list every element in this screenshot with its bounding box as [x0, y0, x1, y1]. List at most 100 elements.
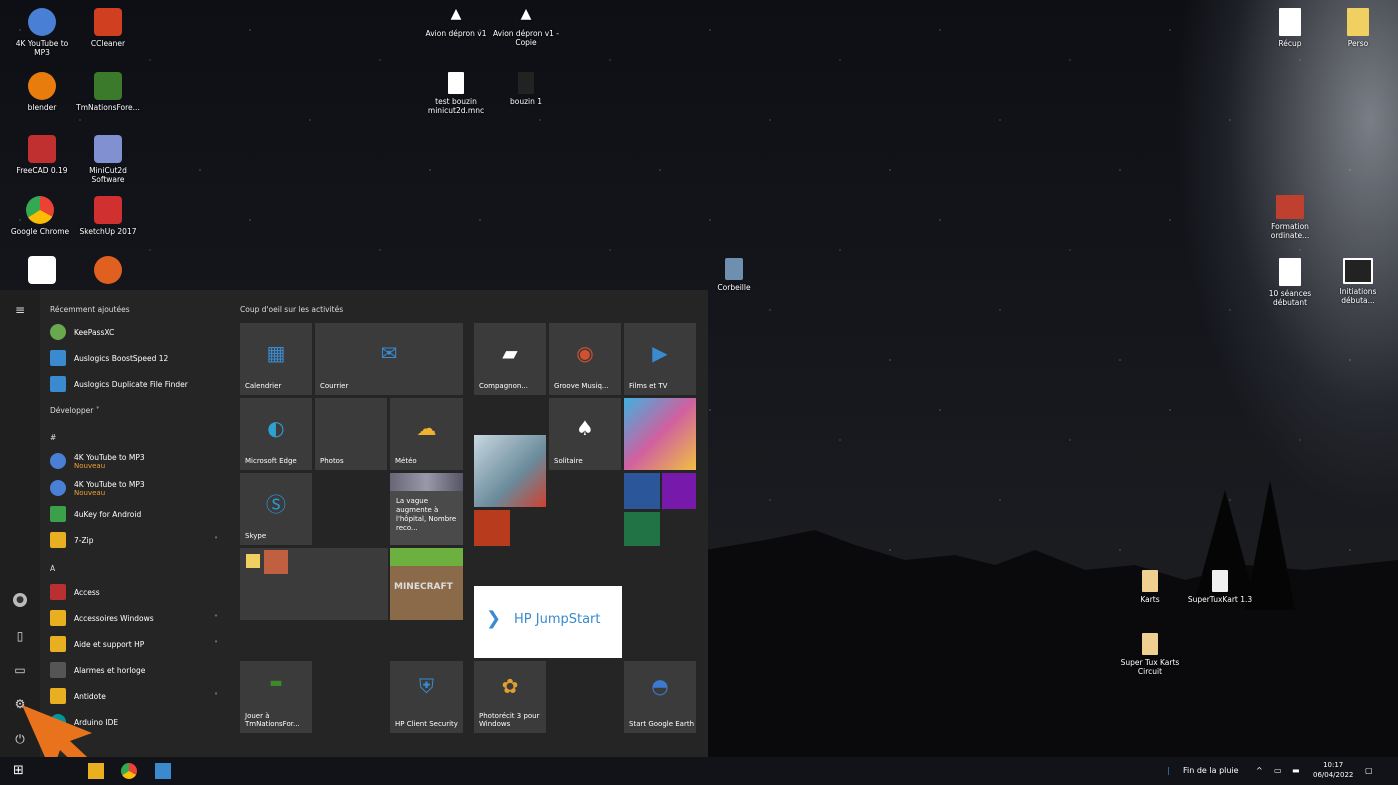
tile-films[interactable]: ▶ Films et TV [624, 323, 696, 395]
clock[interactable]: 10:17 06/04/2022 [1313, 760, 1353, 780]
desktop-icon-sketchup[interactable]: SketchUp 2017 [74, 196, 142, 236]
tile-calendrier[interactable]: ▦ Calendrier [240, 323, 312, 395]
desktop-icon-recup[interactable]: Récup [1256, 8, 1324, 48]
desktop-icon-4k-youtube[interactable]: 4K YouTube to MP3 [8, 8, 76, 57]
boostspeed-icon [50, 350, 66, 366]
desktop-icon-chrome[interactable]: Google Chrome [6, 196, 74, 236]
chevron-down-icon[interactable]: ˅ [214, 692, 218, 701]
tile-edge[interactable]: ◐ Microsoft Edge [240, 398, 312, 470]
folder-icon [50, 688, 66, 704]
app-icon [94, 256, 122, 284]
weather-text[interactable]: Fin de la pluie [1183, 766, 1239, 775]
app-keepassxc[interactable]: KeePassXC [50, 321, 114, 343]
desktop-icon-test-bouzin[interactable]: test bouzin minicut2d.mnc [422, 72, 490, 115]
tile-news[interactable]: La vague augmente à l'hôpital, Nombre re… [390, 473, 463, 545]
app-alarmes[interactable]: Alarmes et horloge [50, 659, 145, 681]
tile-group-small[interactable] [240, 548, 388, 620]
hamburger-menu-icon[interactable]: ≡ [13, 303, 27, 317]
tile-google-earth[interactable]: ◓ Start Google Earth [624, 661, 696, 733]
tile-hp-jumpstart[interactable]: ❯ HP JumpStart [474, 586, 622, 658]
app-duplicate-finder[interactable]: Auslogics Duplicate File Finder [50, 373, 188, 395]
tile-courrier[interactable]: ✉ Courrier [315, 323, 463, 395]
desktop-icon-file[interactable] [8, 256, 76, 287]
expand-button[interactable]: Développer ˅ [50, 406, 99, 415]
desktop-icon-initiations[interactable]: Initiations débuta... [1324, 258, 1392, 305]
tile-jouer-tmnations[interactable]: ▬ Jouer à TmNationsFor... [240, 661, 312, 733]
app-access[interactable]: Access [50, 581, 100, 603]
tile-hp-client-security[interactable]: ⛨ HP Client Security [390, 661, 463, 733]
pictures-icon[interactable]: ▭ [13, 663, 27, 677]
app-antidote[interactable]: Antidote [50, 685, 106, 707]
tile-onenote[interactable] [662, 473, 696, 509]
desktop-icon-formation[interactable]: Formation ordinate... [1256, 195, 1324, 240]
desktop-icon-circuit[interactable]: Super Tux Karts Circuit [1116, 633, 1184, 676]
sketchup-icon [94, 196, 122, 224]
desktop-icon-10-seances[interactable]: 10 séances débutant [1256, 258, 1324, 307]
tile-groove[interactable]: ◉ Groove Musiq... [549, 323, 621, 395]
battery-icon[interactable]: ▬ [1292, 766, 1300, 775]
app-4ukey[interactable]: 4uKey for Android [50, 503, 141, 525]
recycle-bin-icon [725, 258, 743, 280]
desktop-icon-recycle-bin[interactable]: Corbeille [700, 258, 768, 292]
tile-skype[interactable]: Ⓢ Skype [240, 473, 312, 545]
keepassxc-icon [50, 324, 66, 340]
document-app-icon[interactable] [155, 763, 171, 779]
desktop-icon-ccleaner[interactable]: CCleaner [74, 8, 142, 48]
chevron-down-icon[interactable]: ˅ [214, 640, 218, 649]
app-aide-support-hp[interactable]: Aide et support HP [50, 633, 144, 655]
desktop-icon-minicut[interactable]: MiniCut2d Software [74, 135, 142, 184]
desktop-icon-tmnations[interactable]: TmNationsFore... [74, 72, 142, 112]
app-7zip[interactable]: 7-Zip [50, 529, 93, 551]
plane-icon: ▲ [450, 6, 462, 22]
photorecit-icon: ✿ [501, 674, 519, 699]
network-icon[interactable]: ▭ [1274, 766, 1282, 775]
chevron-down-icon[interactable]: ˅ [214, 536, 218, 545]
tile-excel[interactable] [624, 512, 660, 546]
news-image [390, 473, 463, 491]
document-icon [518, 72, 534, 94]
documents-icon[interactable]: ▯ [13, 629, 27, 643]
recent-header: Récemment ajoutées [50, 305, 130, 314]
desktop-icon-bouzin[interactable]: bouzin 1 [492, 72, 560, 106]
desktop-icon-avion-copie[interactable]: ▲ Avion dépron v1 - Copie [492, 7, 560, 47]
desktop-icon-avion[interactable]: ▲ Avion dépron v1 [422, 6, 490, 38]
weather-icon: ☁ [416, 416, 437, 441]
desktop-icon-supertuxkart[interactable]: SuperTuxKart 1.3 [1186, 570, 1254, 604]
tile-solitaire[interactable]: ♠ Solitaire [549, 398, 621, 470]
tile-word[interactable] [624, 473, 660, 509]
tile-photos[interactable]: Photos [315, 398, 387, 470]
tile-compagnon[interactable]: ▰ Compagnon... [474, 323, 546, 395]
access-icon [50, 584, 66, 600]
windows-start-icon[interactable]: ⊞ [13, 763, 29, 779]
app-accessoires-windows[interactable]: Accessoires Windows [50, 607, 154, 629]
app-list: Récemment ajoutées KeePassXC Auslogics B… [40, 290, 230, 757]
tile-powerpoint[interactable] [474, 510, 510, 546]
desktop-icon-karts[interactable]: Karts [1116, 570, 1184, 604]
folder-icon [1142, 570, 1158, 592]
desktop-icon-app[interactable] [74, 256, 142, 287]
desktop-icon-freecad[interactable]: FreeCAD 0.19 [8, 135, 76, 175]
tile-minecraft[interactable]: MINECRAFT [390, 548, 463, 620]
tile-photorecit[interactable]: ✿ Photorécit 3 pour Windows [474, 661, 546, 733]
hp-jumpstart-logo-icon: ❯ [486, 608, 502, 629]
app-4k-youtube-1[interactable]: 4K YouTube to MP3 Nouveau [50, 450, 145, 472]
tiles-header: Coup d'oeil sur les activités [240, 305, 344, 314]
tile-meteo[interactable]: ☁ Météo [390, 398, 463, 470]
chrome-icon[interactable] [121, 763, 137, 779]
desktop-icon-blender[interactable]: blender [8, 72, 76, 112]
films-tv-icon: ▶ [652, 341, 668, 366]
blender-icon [28, 72, 56, 100]
file-explorer-icon[interactable] [88, 763, 104, 779]
wallpaper-mountains [705, 480, 1398, 760]
app-4k-youtube-2[interactable]: 4K YouTube to MP3 Nouveau [50, 477, 145, 499]
user-avatar-icon[interactable]: ● [13, 593, 27, 607]
chevron-down-icon[interactable]: ˅ [214, 614, 218, 623]
weather-tray-icon[interactable]: ❘ [1165, 766, 1172, 775]
desktop-icon-perso[interactable]: Perso [1324, 8, 1392, 48]
notifications-icon[interactable]: ▢ [1365, 766, 1373, 775]
youtube-mp3-icon [50, 453, 66, 469]
tile-game-promo[interactable] [474, 435, 546, 507]
chevron-up-icon[interactable]: ^ [1256, 766, 1263, 775]
tile-bubble-witch[interactable] [624, 398, 696, 470]
app-boostspeed[interactable]: Auslogics BoostSpeed 12 [50, 347, 168, 369]
